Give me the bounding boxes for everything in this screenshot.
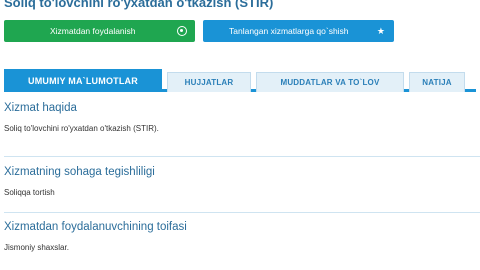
section-about-service: Xizmat haqida Soliq to'lovchini ro'yxatd… bbox=[4, 102, 476, 133]
add-to-favorites-button-label: Tanlangan xizmatlarga qo`shish bbox=[229, 26, 349, 36]
service-page: Soliq to'lovchini ro'yxatdan o'tkazish (… bbox=[0, 0, 480, 270]
section-text: Soliq to'lovchini ro'yxatdan o'tkazish (… bbox=[4, 124, 159, 133]
section-text: Soliqqa tortish bbox=[4, 188, 55, 197]
tab-documents[interactable]: HUJJATLAR bbox=[167, 72, 251, 92]
add-to-favorites-button[interactable]: Tanlangan xizmatlarga qo`shish ★ bbox=[203, 20, 394, 42]
use-service-button[interactable]: Xizmatdan foydalanish bbox=[4, 20, 195, 42]
section-heading: Xizmatning sohaga tegishliligi bbox=[4, 166, 155, 178]
section-service-domain: Xizmatning sohaga tegishliligi Soliqqa t… bbox=[4, 166, 476, 197]
page-title: Soliq to'lovchini ro'yxatdan o'tkazish (… bbox=[4, 0, 274, 10]
section-divider bbox=[4, 156, 480, 157]
target-circle-icon bbox=[177, 26, 187, 36]
section-text: Jismoniy shaxslar. bbox=[4, 243, 69, 252]
use-service-button-label: Xizmatdan foydalanish bbox=[50, 26, 136, 36]
star-icon: ★ bbox=[376, 26, 385, 36]
tab-general-info[interactable]: UMUMIY MA`LUMOTLAR bbox=[4, 69, 162, 92]
info-tabs: UMUMIY MA`LUMOTLAR HUJJATLAR MUDDATLAR V… bbox=[4, 69, 476, 92]
section-heading: Xizmatdan foydalanuvchining toifasi bbox=[4, 221, 187, 233]
section-divider bbox=[4, 212, 480, 213]
tab-terms-and-payment[interactable]: MUDDATLAR VA TO`LOV bbox=[256, 72, 404, 92]
section-heading: Xizmat haqida bbox=[4, 102, 77, 114]
section-user-category: Xizmatdan foydalanuvchining toifasi Jism… bbox=[4, 221, 476, 252]
tab-result[interactable]: NATIJA bbox=[409, 72, 465, 92]
